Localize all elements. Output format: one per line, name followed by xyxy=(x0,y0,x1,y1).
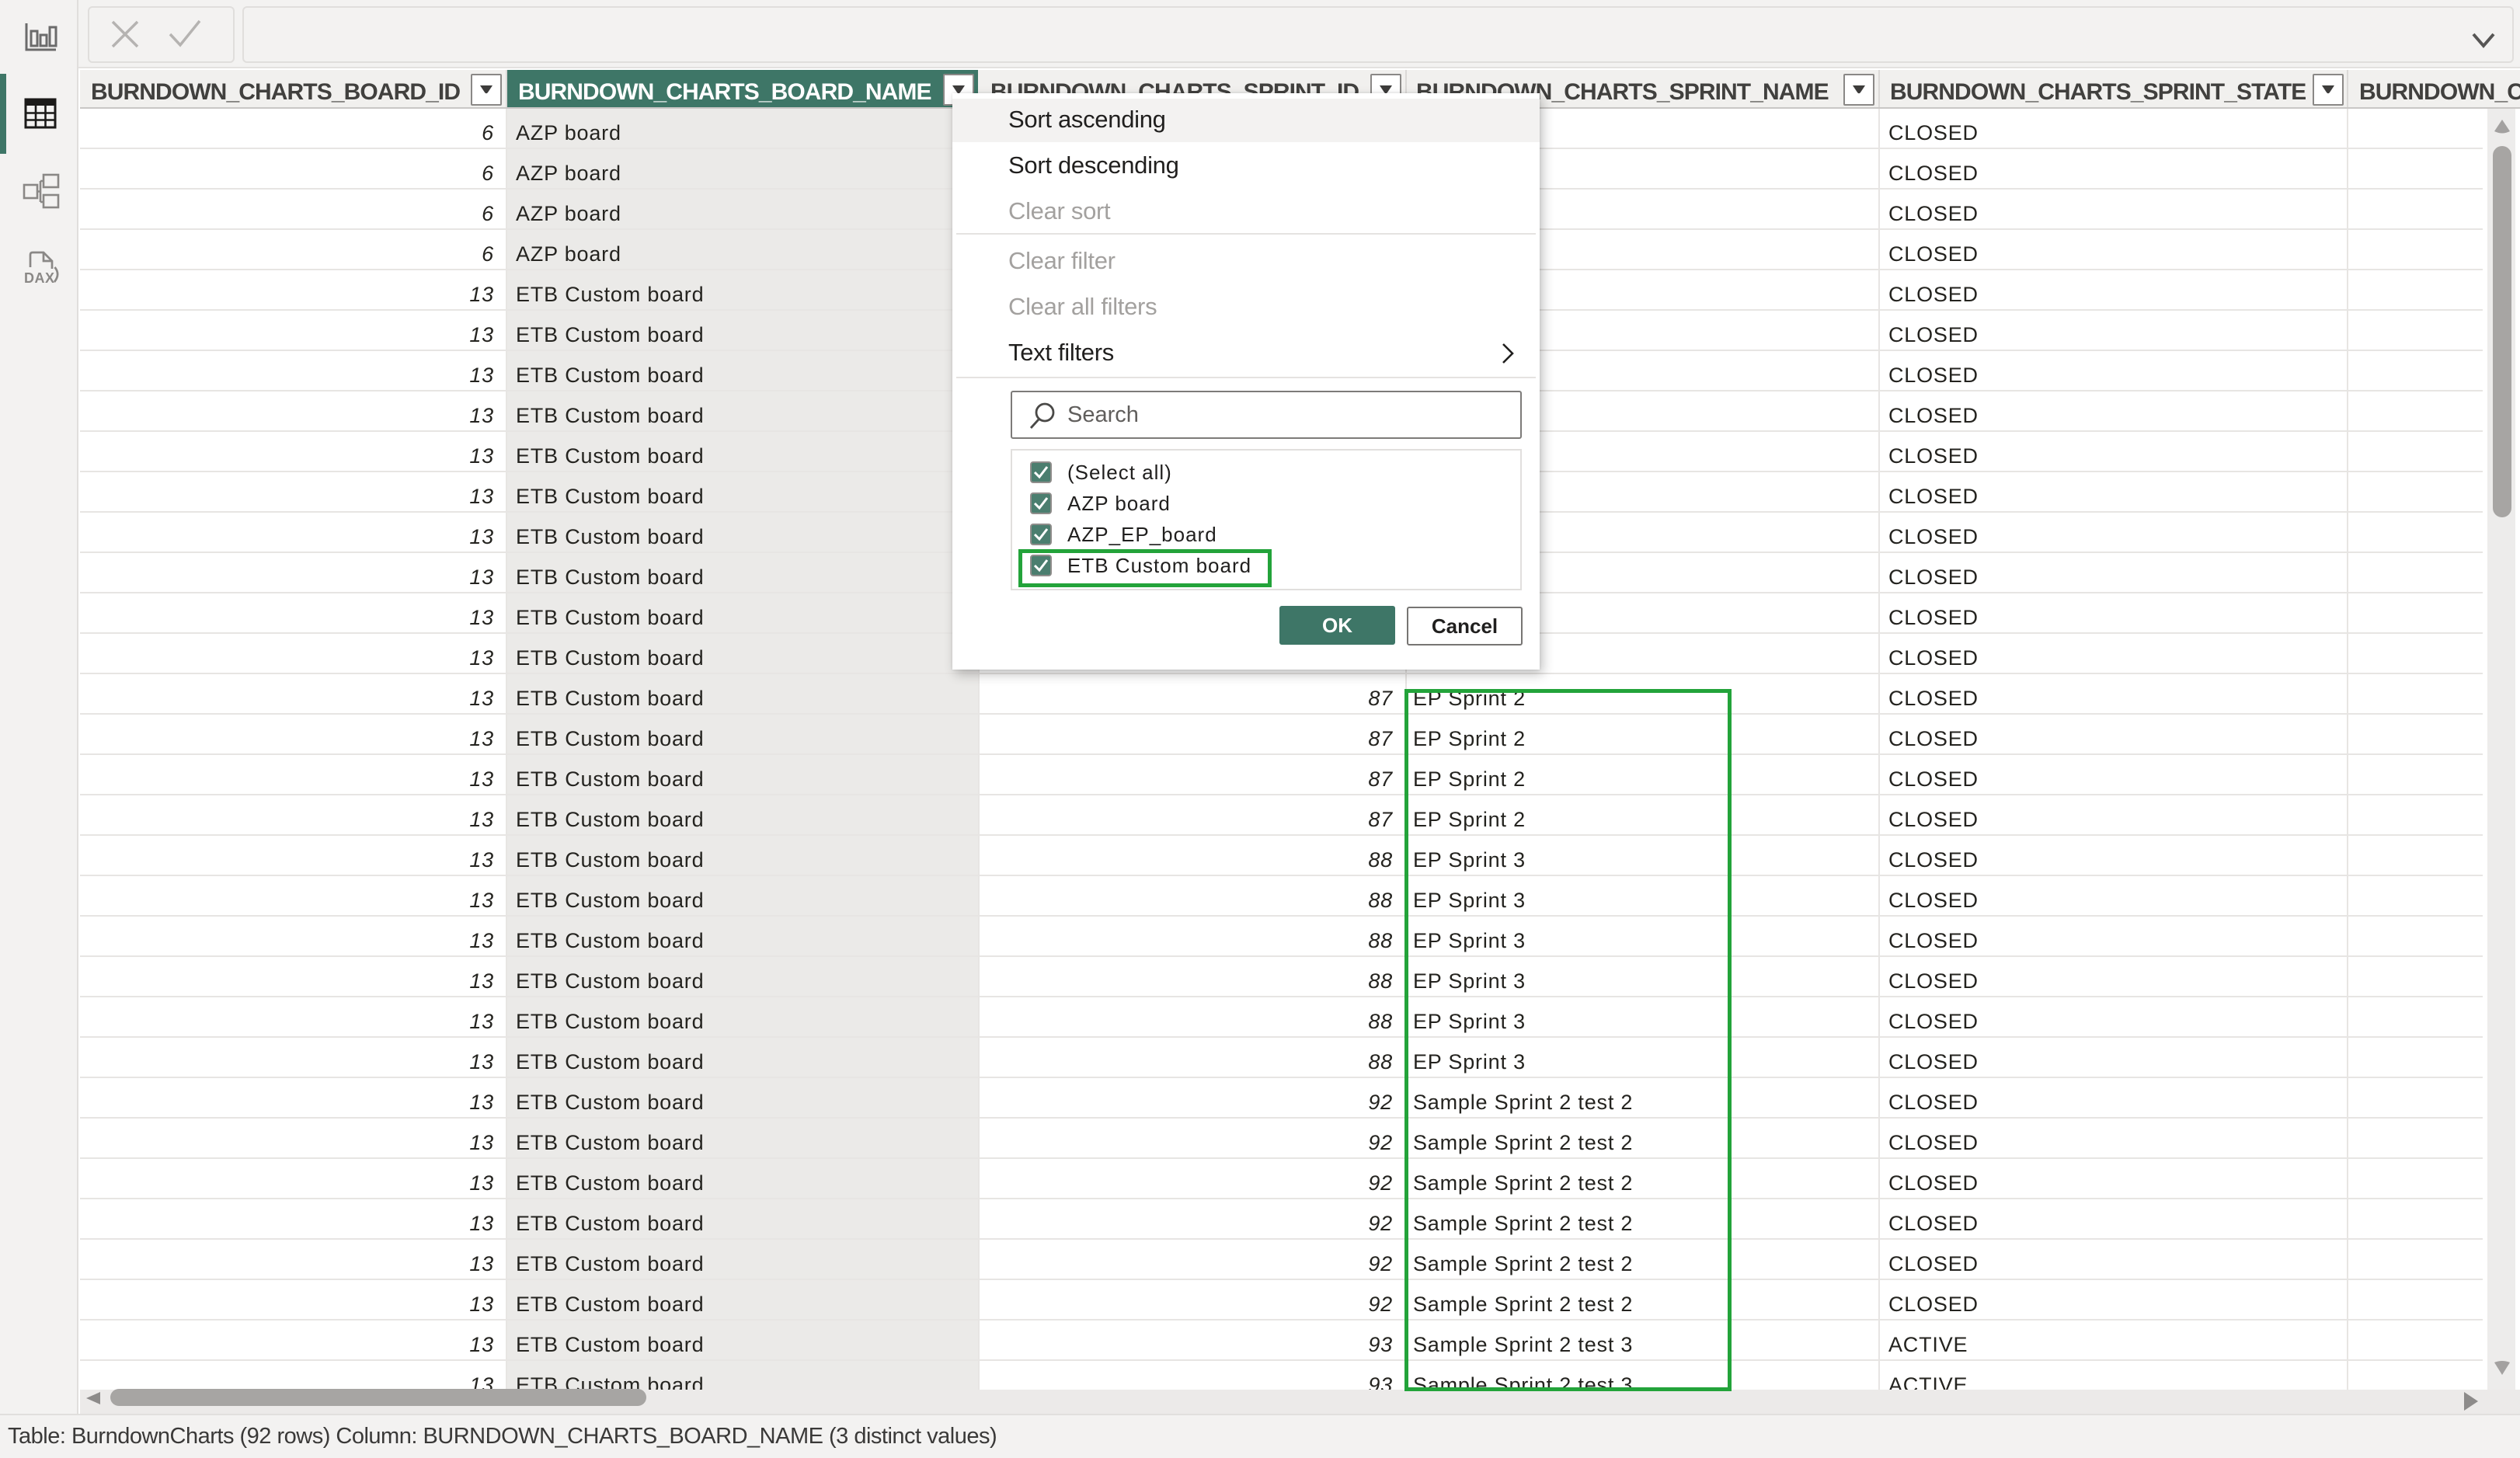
svg-text:DAX: DAX xyxy=(24,270,55,286)
